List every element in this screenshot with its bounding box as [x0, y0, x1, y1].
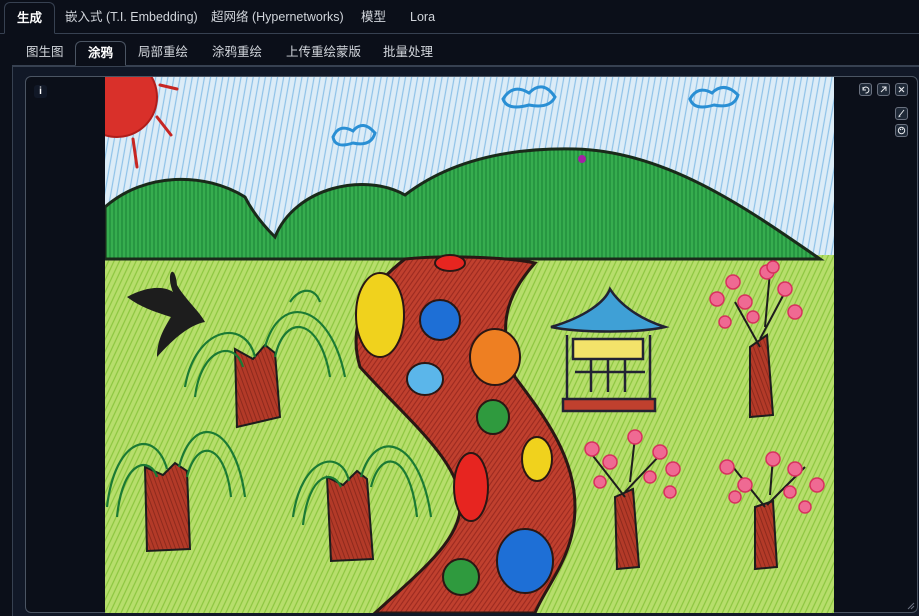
tab-hypernetworks[interactable]: 超网络 (Hypernetworks)	[199, 2, 356, 34]
clear-icon[interactable]	[877, 83, 890, 96]
tab-generate[interactable]: 生成	[4, 2, 56, 34]
tab-ti-embedding[interactable]: 嵌入式 (T.I. Embedding)	[53, 2, 210, 34]
child-crayon-drawing-image[interactable]	[105, 77, 834, 613]
tab-model[interactable]: 模型	[349, 2, 398, 34]
tab-img2img[interactable]: 图生图	[14, 41, 76, 66]
tab-lora[interactable]: Lora	[398, 2, 447, 34]
tab-sketch[interactable]: 涂鸦	[75, 41, 127, 66]
top-tab-bar: 生成 嵌入式 (T.I. Embedding) 超网络 (Hypernetwor…	[0, 0, 919, 34]
close-icon[interactable]	[895, 83, 908, 96]
undo-icon[interactable]	[859, 83, 872, 96]
brush-icon[interactable]	[895, 107, 908, 120]
tab-inpaint-sketch[interactable]: 涂鸦重绘	[200, 41, 274, 66]
tab-inpaint-upload[interactable]: 上传重绘蒙版	[274, 41, 373, 66]
color-palette-icon[interactable]	[895, 124, 908, 137]
sketch-canvas[interactable]: i	[25, 76, 918, 613]
sub-tab-bar: 图生图 涂鸦 局部重绘 涂鸦重绘 上传重绘蒙版 批量处理	[12, 41, 919, 66]
tab-batch[interactable]: 批量处理	[371, 41, 445, 66]
resize-handle-icon[interactable]	[907, 602, 915, 610]
sketch-panel: i	[12, 66, 919, 616]
info-icon: i	[34, 85, 47, 98]
tab-inpaint[interactable]: 局部重绘	[126, 41, 200, 66]
